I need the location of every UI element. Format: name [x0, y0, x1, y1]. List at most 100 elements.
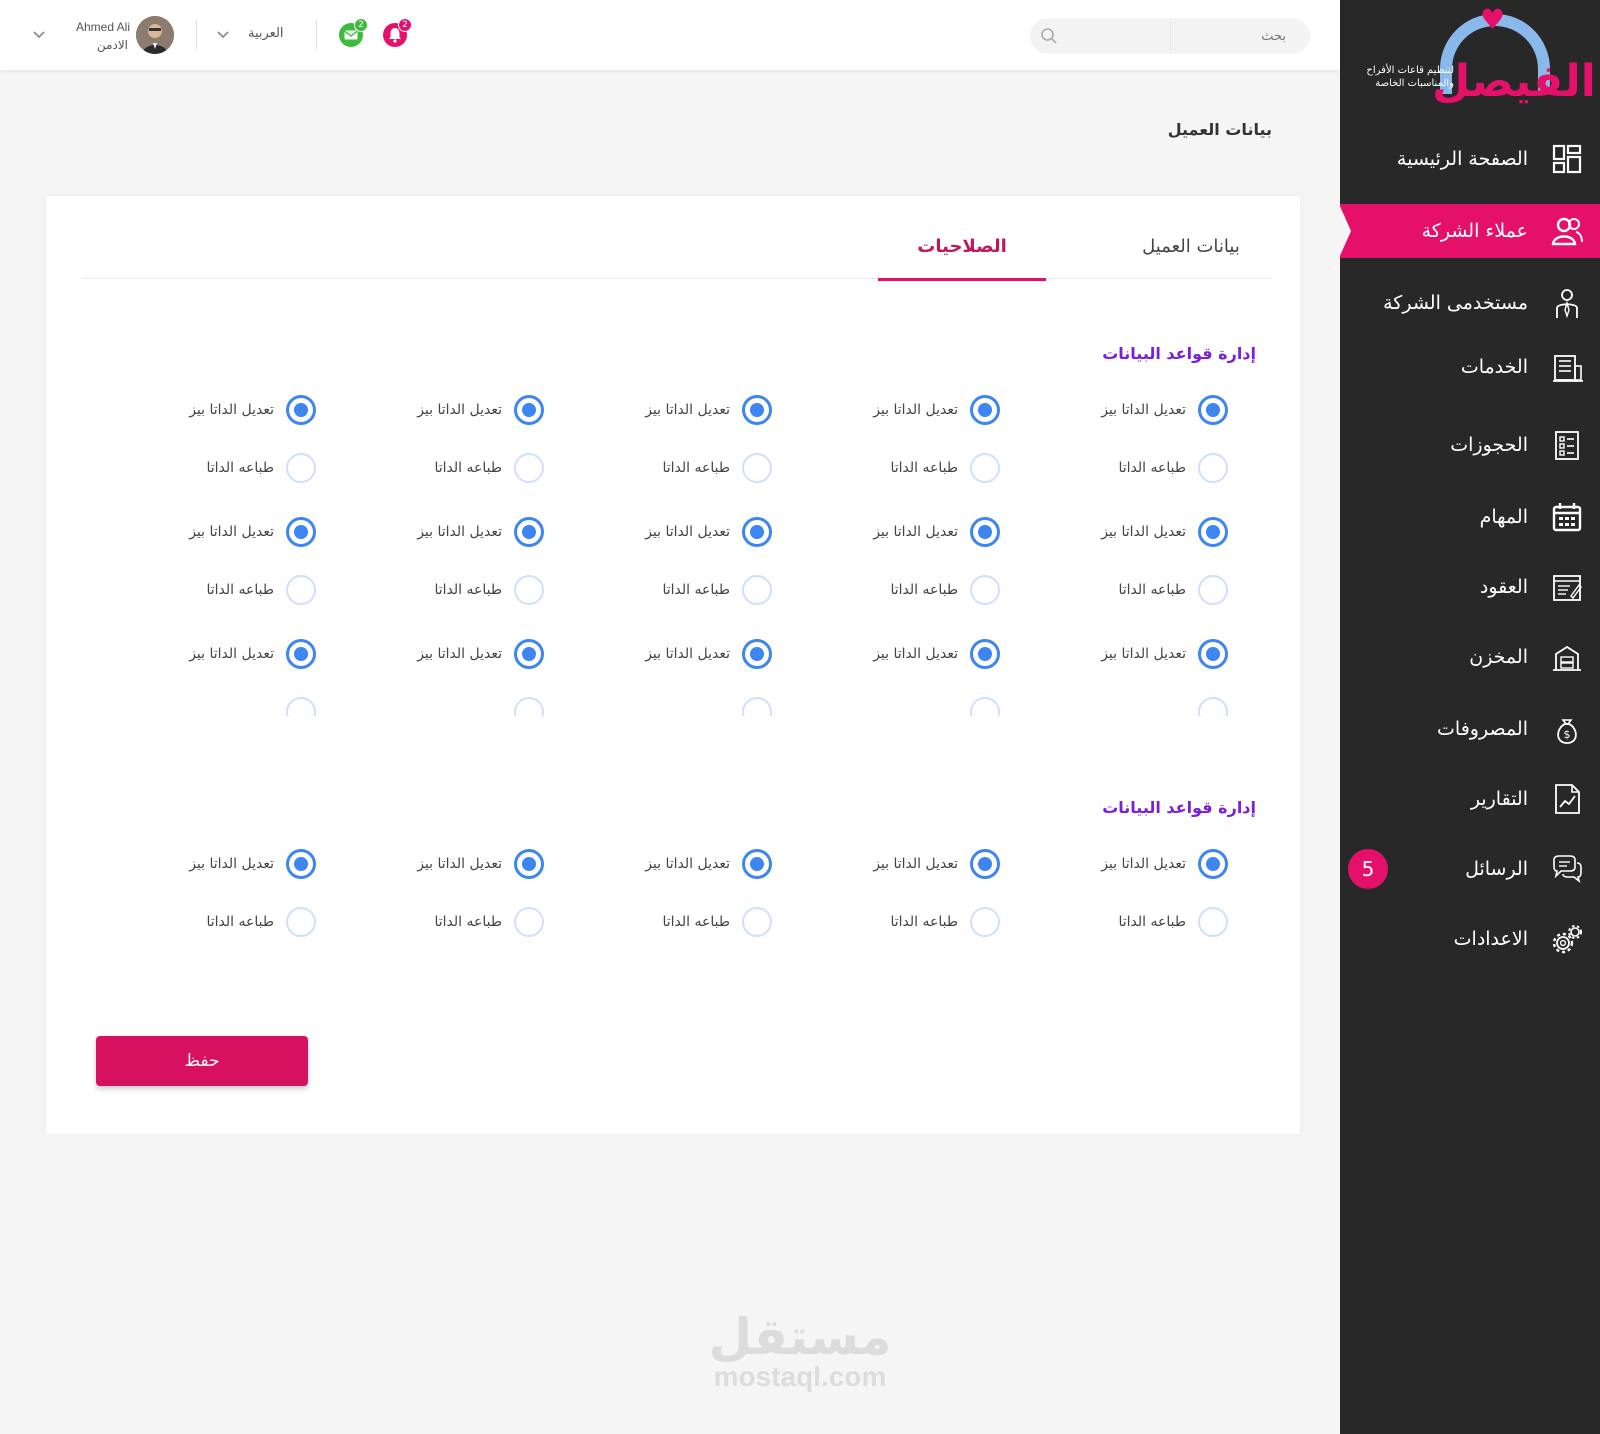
- permission-radio[interactable]: [514, 453, 544, 483]
- permission-radio[interactable]: [1198, 639, 1228, 669]
- permission-option[interactable]: طباعه الداتا: [592, 906, 772, 938]
- permission-radio[interactable]: [1198, 907, 1228, 937]
- permission-option[interactable]: طباعه الداتا: [1048, 452, 1228, 484]
- permission-radio[interactable]: [742, 697, 772, 716]
- permission-radio[interactable]: [514, 575, 544, 605]
- permission-radio[interactable]: [742, 517, 772, 547]
- sidebar-item[interactable]: عملاء الشركة: [1339, 204, 1600, 258]
- permission-radio[interactable]: [742, 849, 772, 879]
- permission-option[interactable]: تعديل الداتا بيز: [592, 516, 772, 548]
- permission-option[interactable]: طباعه الداتا: [592, 574, 772, 606]
- messages-button[interactable]: 2: [338, 18, 368, 48]
- permission-option[interactable]: تعديل الداتا بيز: [136, 638, 316, 670]
- permission-option[interactable]: تعديل الداتا بيز: [1048, 848, 1228, 880]
- permission-option[interactable]: طباعه الداتا: [1048, 906, 1228, 938]
- permission-radio[interactable]: [1198, 697, 1228, 716]
- permission-radio[interactable]: [286, 575, 316, 605]
- permission-radio[interactable]: [286, 395, 316, 425]
- permission-radio[interactable]: [742, 907, 772, 937]
- permission-radio[interactable]: [286, 453, 316, 483]
- permission-radio[interactable]: [1198, 453, 1228, 483]
- notifications-button[interactable]: 2: [382, 18, 412, 48]
- sidebar-item[interactable]: التقارير: [1340, 772, 1600, 826]
- permission-option[interactable]: طباعه الداتا: [820, 452, 1000, 484]
- permission-radio[interactable]: [286, 517, 316, 547]
- tab-client-data[interactable]: بيانات العميل: [1126, 236, 1256, 257]
- permission-option[interactable]: تعديل الداتا بيز: [364, 516, 544, 548]
- permission-radio[interactable]: [1198, 849, 1228, 879]
- permission-option[interactable]: طباعه الداتا: [364, 574, 544, 606]
- permission-radio[interactable]: [970, 453, 1000, 483]
- permission-option[interactable]: طباعه الداتا: [136, 574, 316, 606]
- sidebar-item[interactable]: الاعدادات: [1340, 912, 1600, 966]
- permission-option[interactable]: طباعه الداتا: [136, 452, 316, 484]
- permission-option[interactable]: تعديل الداتا بيز: [136, 516, 316, 548]
- permission-option[interactable]: طباعه الداتا: [136, 906, 316, 938]
- permission-radio[interactable]: [742, 639, 772, 669]
- permission-radio[interactable]: [286, 697, 316, 716]
- permission-radio[interactable]: [1198, 517, 1228, 547]
- permission-option[interactable]: [1048, 696, 1228, 716]
- permission-option[interactable]: تعديل الداتا بيز: [1048, 394, 1228, 426]
- permission-option[interactable]: تعديل الداتا بيز: [820, 516, 1000, 548]
- sidebar-item[interactable]: مستخدمى الشركة: [1340, 276, 1600, 330]
- sidebar-item[interactable]: 5 الرسائل: [1340, 842, 1600, 896]
- permission-radio[interactable]: [970, 575, 1000, 605]
- sidebar-item[interactable]: المخزن: [1340, 630, 1600, 684]
- permission-option[interactable]: [820, 696, 1000, 716]
- permission-option[interactable]: تعديل الداتا بيز: [820, 848, 1000, 880]
- permission-radio[interactable]: [286, 849, 316, 879]
- permission-option[interactable]: تعديل الداتا بيز: [364, 848, 544, 880]
- permission-option[interactable]: تعديل الداتا بيز: [136, 394, 316, 426]
- permission-radio[interactable]: [286, 639, 316, 669]
- permission-radio[interactable]: [742, 395, 772, 425]
- permission-radio[interactable]: [286, 907, 316, 937]
- permission-radio[interactable]: [742, 575, 772, 605]
- permission-option[interactable]: تعديل الداتا بيز: [364, 638, 544, 670]
- sidebar-item[interactable]: الخدمات: [1340, 340, 1600, 394]
- search-icon[interactable]: [1040, 27, 1058, 45]
- tab-permissions[interactable]: الصلاحيات: [878, 236, 1046, 257]
- permission-option[interactable]: طباعه الداتا: [592, 452, 772, 484]
- permission-option[interactable]: تعديل الداتا بيز: [136, 848, 316, 880]
- permission-option[interactable]: طباعه الداتا: [364, 906, 544, 938]
- chevron-down-icon[interactable]: [216, 30, 230, 40]
- sidebar-item[interactable]: المصروفات $: [1340, 702, 1600, 756]
- permission-option[interactable]: [592, 696, 772, 716]
- sidebar-item[interactable]: المهام: [1340, 490, 1600, 544]
- permission-radio[interactable]: [742, 453, 772, 483]
- permission-option[interactable]: تعديل الداتا بيز: [592, 638, 772, 670]
- permission-radio[interactable]: [970, 517, 1000, 547]
- permission-option[interactable]: تعديل الداتا بيز: [592, 394, 772, 426]
- permission-radio[interactable]: [514, 639, 544, 669]
- permission-radio[interactable]: [970, 907, 1000, 937]
- permission-radio[interactable]: [970, 697, 1000, 716]
- permission-option[interactable]: تعديل الداتا بيز: [1048, 638, 1228, 670]
- permission-option[interactable]: طباعه الداتا: [1048, 574, 1228, 606]
- language-selector[interactable]: العربية: [248, 26, 284, 41]
- permission-option[interactable]: طباعه الداتا: [364, 452, 544, 484]
- permission-option[interactable]: تعديل الداتا بيز: [820, 638, 1000, 670]
- permission-radio[interactable]: [514, 395, 544, 425]
- permission-radio[interactable]: [514, 697, 544, 716]
- search-input[interactable]: [1136, 28, 1286, 44]
- permission-option[interactable]: تعديل الداتا بيز: [1048, 516, 1228, 548]
- permission-radio[interactable]: [970, 395, 1000, 425]
- search-box[interactable]: [1030, 18, 1310, 54]
- permission-radio[interactable]: [514, 907, 544, 937]
- permission-option[interactable]: طباعه الداتا: [820, 574, 1000, 606]
- permission-radio[interactable]: [514, 849, 544, 879]
- permission-radio[interactable]: [970, 639, 1000, 669]
- sidebar-item[interactable]: العقود: [1340, 560, 1600, 614]
- sidebar-item[interactable]: الحجوزات: [1340, 418, 1600, 472]
- permission-option[interactable]: تعديل الداتا بيز: [592, 848, 772, 880]
- permission-radio[interactable]: [970, 849, 1000, 879]
- permission-option[interactable]: [364, 696, 544, 716]
- sidebar-item[interactable]: الصفحة الرئيسية: [1340, 132, 1600, 186]
- permission-option[interactable]: تعديل الداتا بيز: [364, 394, 544, 426]
- brand-logo[interactable]: ♥ الفيصل لتنظيم قاعات الأفراح والمناسبات…: [1340, 0, 1600, 122]
- save-button[interactable]: حفظ: [96, 1036, 308, 1086]
- permission-option[interactable]: تعديل الداتا بيز: [820, 394, 1000, 426]
- permission-radio[interactable]: [1198, 575, 1228, 605]
- permission-radio[interactable]: [1198, 395, 1228, 425]
